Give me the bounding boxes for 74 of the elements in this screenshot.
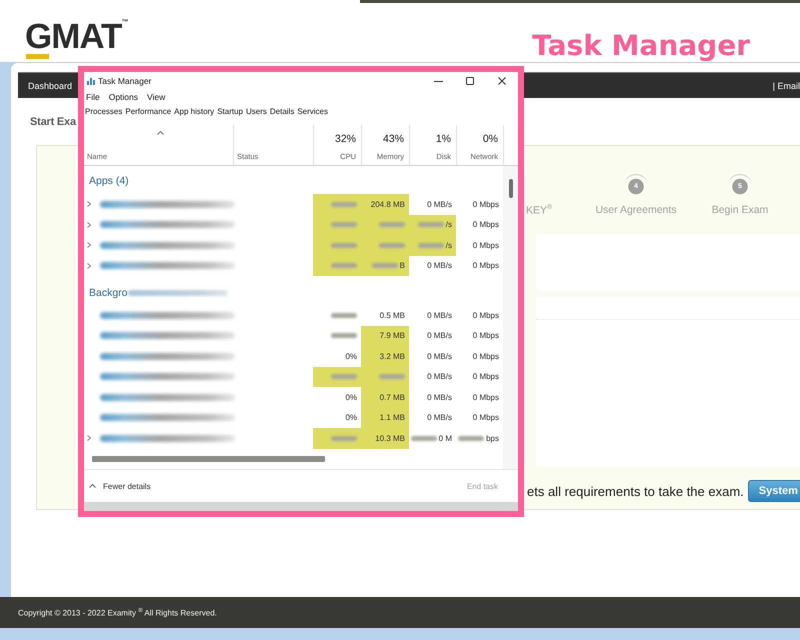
tab[interactable]: Details [270, 106, 294, 116]
network-usage: 0 Mbps [472, 413, 499, 422]
window-title: Task Manager [98, 76, 152, 86]
fewer-details-button[interactable]: Fewer details [89, 482, 151, 490]
column-total: 32% [334, 133, 356, 145]
memory-usage: B [400, 261, 405, 270]
memory-usage: 1.1 MB [380, 413, 405, 422]
network-usage: 0 Mbps [472, 240, 499, 250]
network-usage: 0 Mbps [472, 372, 499, 382]
memory-usage: 7.9 MB [380, 331, 405, 340]
minimize-icon [434, 80, 442, 82]
cpu-usage: 0% [345, 392, 357, 402]
menu-item[interactable]: File [86, 92, 100, 102]
network-usage: 0 Mbps [472, 200, 499, 209]
maximize-icon [466, 77, 474, 85]
disk-usage: /s [446, 220, 452, 230]
tab[interactable]: Startup [217, 106, 243, 116]
group-heading: Apps (4) [89, 175, 129, 187]
disk-usage: /s [446, 240, 452, 250]
network-usage: 0 Mbps [472, 261, 499, 270]
disk-usage: 0 MB/s [427, 200, 452, 209]
copyright-text: Copyright © 2013 - 2022 Examity $^{®}$ All Rights Reserved. [18, 608, 217, 618]
chevron-icon[interactable] [87, 435, 91, 442]
network-usage: 0 Mbps [472, 331, 499, 340]
memory-usage: 0.5 MB [380, 310, 405, 320]
chevron-icon[interactable] [87, 222, 91, 228]
step-label: KEY$^{®}$ [526, 204, 552, 216]
tab[interactable]: Services [297, 106, 328, 116]
close-icon [498, 77, 506, 85]
sort-caret-icon[interactable] [156, 131, 164, 135]
disk-usage: 0 MB/s [427, 261, 452, 270]
network-usage: bps [486, 434, 499, 443]
bar-chart-icon [87, 77, 96, 85]
disk-usage: 0 MB/s [427, 352, 452, 361]
chevron-icon[interactable] [87, 201, 91, 208]
menu-item[interactable]: View [147, 92, 166, 102]
disk-usage: 0 M [438, 434, 452, 443]
tab[interactable]: Processes [85, 106, 122, 116]
column-total: 0% [482, 133, 498, 145]
network-usage: 0 Mbps [472, 220, 499, 230]
page-title: Start Exa [30, 115, 76, 129]
caret-up-icon [89, 484, 96, 488]
cpu-usage: 0% [345, 352, 357, 361]
nav-link[interactable]: Dashboard [28, 80, 72, 90]
step-label: Begin Exam [712, 204, 768, 216]
chevron-icon[interactable] [87, 262, 91, 269]
disk-usage: 0 MB/s [427, 413, 452, 422]
status-message: ets all requirements to take the exam. [527, 484, 744, 498]
memory-usage: 204.8 MB [370, 200, 405, 209]
gmat-logo: GMAT$^{™}$ [25, 18, 128, 59]
nav-link[interactable]: | Email [772, 80, 800, 90]
column-total: 1% [436, 133, 451, 145]
disk-usage: 0 MB/s [427, 310, 452, 320]
disk-usage: 0 MB/s [427, 372, 452, 382]
network-usage: 0 Mbps [472, 392, 499, 402]
memory-usage: 0.7 MB [380, 392, 405, 402]
network-usage: 0 Mbps [472, 310, 499, 320]
tab[interactable]: App history [174, 106, 214, 116]
memory-usage: 3.2 MB [380, 352, 405, 361]
disk-usage: 0 MB/s [427, 392, 452, 402]
column-total: 43% [382, 133, 404, 145]
disk-usage: 0 MB/s [427, 331, 452, 340]
vertical-scrollbar-thumb[interactable] [509, 179, 513, 198]
annotation-label: Task Manager [532, 29, 750, 63]
tab[interactable]: Performance [125, 106, 172, 116]
group-heading: Backgro [89, 287, 128, 299]
horizontal-scrollbar-thumb[interactable] [92, 456, 325, 462]
step-label: User Agreements [595, 204, 677, 216]
chevron-icon[interactable] [87, 242, 91, 248]
memory-usage: 10.3 MB [375, 434, 405, 443]
tab[interactable]: Users [246, 106, 267, 116]
network-usage: 0 Mbps [472, 352, 499, 361]
menu-item[interactable]: Options [108, 92, 138, 102]
cpu-usage: 0% [345, 413, 357, 422]
